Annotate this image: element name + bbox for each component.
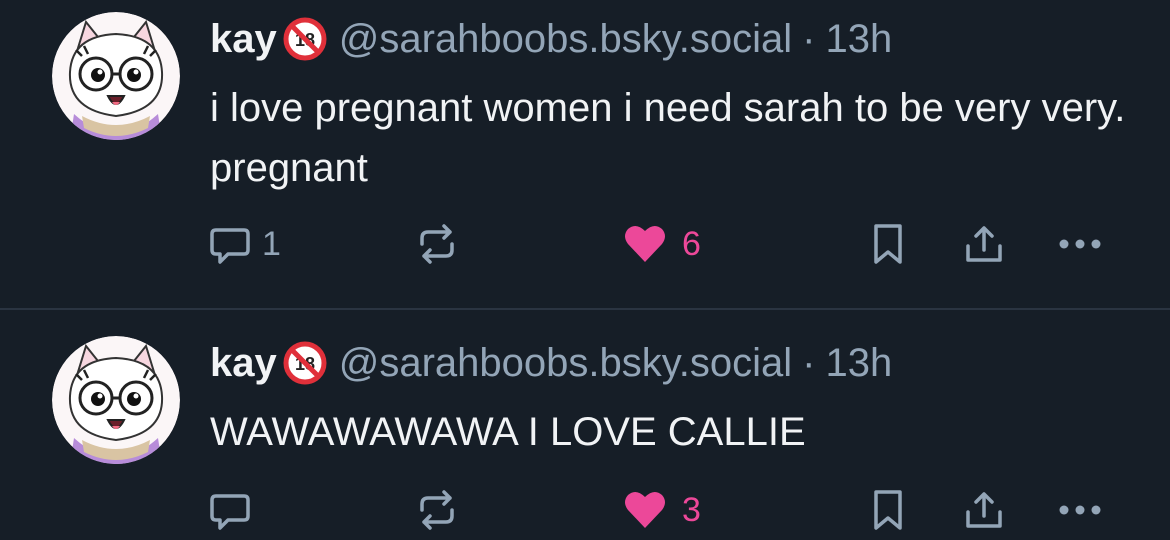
- reply-button[interactable]: 1: [208, 214, 281, 274]
- share-icon: [962, 488, 1006, 532]
- feed: kay 18 @sarahboobs.bsky.social · 13h i l…: [0, 0, 1170, 540]
- post-header: kay 18 @sarahboobs.bsky.social · 13h: [210, 336, 892, 390]
- post[interactable]: kay 18 @sarahboobs.bsky.social · 13h i l…: [0, 0, 1170, 308]
- more-options-button[interactable]: [1056, 480, 1104, 540]
- more-dots-icon: [1056, 488, 1104, 532]
- author-handle[interactable]: @sarahboobs.bsky.social: [339, 341, 792, 386]
- share-button[interactable]: [962, 480, 1006, 540]
- bookmark-button[interactable]: [868, 480, 908, 540]
- bookmark-icon: [868, 488, 908, 532]
- heart-icon: [622, 222, 668, 266]
- heart-icon: [622, 488, 668, 532]
- post-header: kay 18 @sarahboobs.bsky.social · 13h: [210, 12, 892, 66]
- reply-count: 1: [262, 224, 281, 263]
- reply-icon: [208, 488, 252, 532]
- repost-icon: [414, 488, 460, 532]
- post[interactable]: kay 18 @sarahboobs.bsky.social · 13h WAW…: [0, 310, 1170, 540]
- display-name[interactable]: kay: [210, 341, 277, 386]
- avatar[interactable]: [52, 336, 180, 464]
- post-text: WAWAWAWAWA I LOVE CALLIE: [210, 410, 806, 454]
- post-time[interactable]: 13h: [826, 341, 893, 386]
- like-count: 6: [682, 224, 701, 263]
- separator: ·: [802, 340, 816, 385]
- reply-icon: [208, 222, 252, 266]
- no-under-18-icon: 18: [283, 17, 327, 61]
- author-handle[interactable]: @sarahboobs.bsky.social: [339, 17, 792, 62]
- like-button[interactable]: 3: [622, 480, 701, 540]
- post-actions: 1 6: [0, 214, 1170, 274]
- share-icon: [962, 222, 1006, 266]
- bookmark-button[interactable]: [868, 214, 908, 274]
- repost-button[interactable]: [414, 480, 470, 540]
- post-time[interactable]: 13h: [826, 17, 893, 62]
- share-button[interactable]: [962, 214, 1006, 274]
- more-options-button[interactable]: [1056, 214, 1104, 274]
- like-button[interactable]: 6: [622, 214, 701, 274]
- post-text: i love pregnant women i need sarah to be…: [210, 86, 1126, 190]
- reply-button[interactable]: [208, 480, 262, 540]
- repost-icon: [414, 222, 460, 266]
- post-actions: 3: [0, 480, 1170, 540]
- display-name[interactable]: kay: [210, 17, 277, 62]
- like-count: 3: [682, 490, 701, 529]
- more-dots-icon: [1056, 222, 1104, 266]
- repost-button[interactable]: [414, 214, 470, 274]
- no-under-18-icon: 18: [283, 341, 327, 385]
- bookmark-icon: [868, 222, 908, 266]
- avatar[interactable]: [52, 12, 180, 140]
- separator: ·: [802, 16, 816, 61]
